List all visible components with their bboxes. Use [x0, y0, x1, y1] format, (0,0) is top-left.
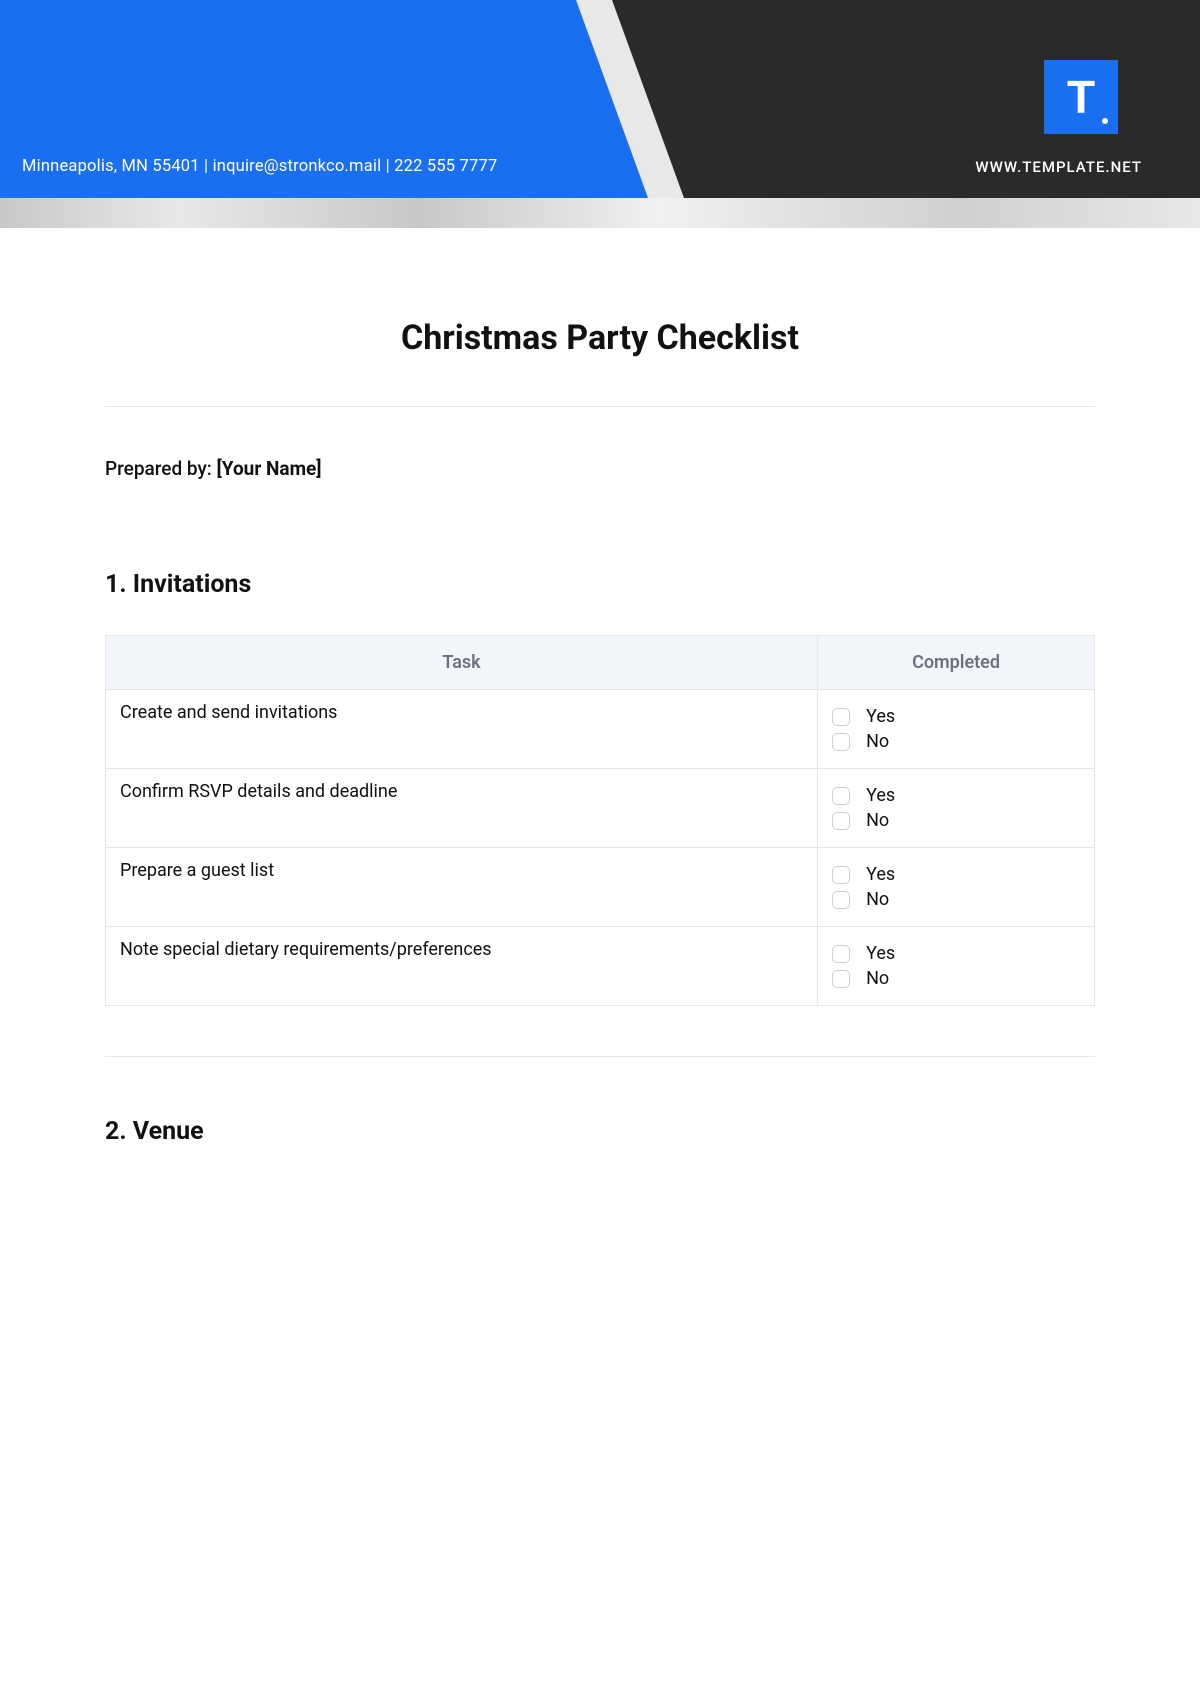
task-column-header: Task: [106, 636, 818, 690]
checkbox-icon[interactable]: [832, 733, 850, 751]
task-cell: Prepare a guest list: [106, 848, 818, 927]
document-body: Christmas Party Checklist Prepared by: […: [0, 228, 1200, 1146]
section-divider: [105, 1056, 1095, 1057]
checkbox-label: Yes: [866, 943, 895, 964]
checkbox-label: No: [866, 889, 889, 910]
table-row: Note special dietary requirements/prefer…: [106, 927, 1095, 1006]
checkbox-label: No: [866, 968, 889, 989]
table-row: Prepare a guest list Yes No: [106, 848, 1095, 927]
checkbox-option[interactable]: Yes: [832, 706, 1080, 727]
checkbox-icon[interactable]: [832, 787, 850, 805]
header-contact-info: Minneapolis, MN 55401 | inquire@stronkco…: [22, 157, 497, 176]
checkbox-label: Yes: [866, 864, 895, 885]
checkbox-icon[interactable]: [832, 970, 850, 988]
checkbox-label: Yes: [866, 706, 895, 727]
checkbox-option[interactable]: Yes: [832, 943, 1080, 964]
task-cell: Confirm RSVP details and deadline: [106, 769, 818, 848]
table-row: Confirm RSVP details and deadline Yes No: [106, 769, 1095, 848]
checkbox-icon[interactable]: [832, 708, 850, 726]
page-title: Christmas Party Checklist: [105, 318, 1095, 358]
logo-dot-icon: [1102, 118, 1108, 124]
checkbox-label: Yes: [866, 785, 895, 806]
checkbox-option[interactable]: No: [832, 731, 1080, 752]
prepared-by-value: [Your Name]: [217, 457, 322, 480]
section-heading: 1. Invitations: [105, 570, 1095, 599]
checkbox-option[interactable]: No: [832, 968, 1080, 989]
checkbox-option[interactable]: No: [832, 889, 1080, 910]
logo-letter: T: [1067, 74, 1095, 120]
checklist-table: TaskCompletedCreate and send invitations…: [105, 635, 1095, 1006]
checkbox-option[interactable]: No: [832, 810, 1080, 831]
completed-column-header: Completed: [818, 636, 1095, 690]
checkbox-label: No: [866, 810, 889, 831]
document-header: T Minneapolis, MN 55401 | inquire@stronk…: [0, 0, 1200, 198]
task-cell: Note special dietary requirements/prefer…: [106, 927, 818, 1006]
section-heading: 2. Venue: [105, 1117, 1095, 1146]
completed-cell: Yes No: [818, 927, 1095, 1006]
logo: T: [1044, 60, 1118, 134]
completed-cell: Yes No: [818, 769, 1095, 848]
checkbox-icon[interactable]: [832, 891, 850, 909]
checkbox-icon[interactable]: [832, 866, 850, 884]
checkbox-icon[interactable]: [832, 812, 850, 830]
task-cell: Create and send invitations: [106, 690, 818, 769]
prepared-by-label: Prepared by:: [105, 457, 217, 480]
header-website-url: WWW.TEMPLATE.NET: [975, 158, 1142, 176]
prepared-by-row: Prepared by: [Your Name]: [105, 457, 1095, 480]
header-metallic-bar: [0, 198, 1200, 228]
checkbox-label: No: [866, 731, 889, 752]
checkbox-option[interactable]: Yes: [832, 785, 1080, 806]
title-divider: [105, 406, 1095, 407]
completed-cell: Yes No: [818, 848, 1095, 927]
table-row: Create and send invitations Yes No: [106, 690, 1095, 769]
completed-cell: Yes No: [818, 690, 1095, 769]
checkbox-option[interactable]: Yes: [832, 864, 1080, 885]
checkbox-icon[interactable]: [832, 945, 850, 963]
